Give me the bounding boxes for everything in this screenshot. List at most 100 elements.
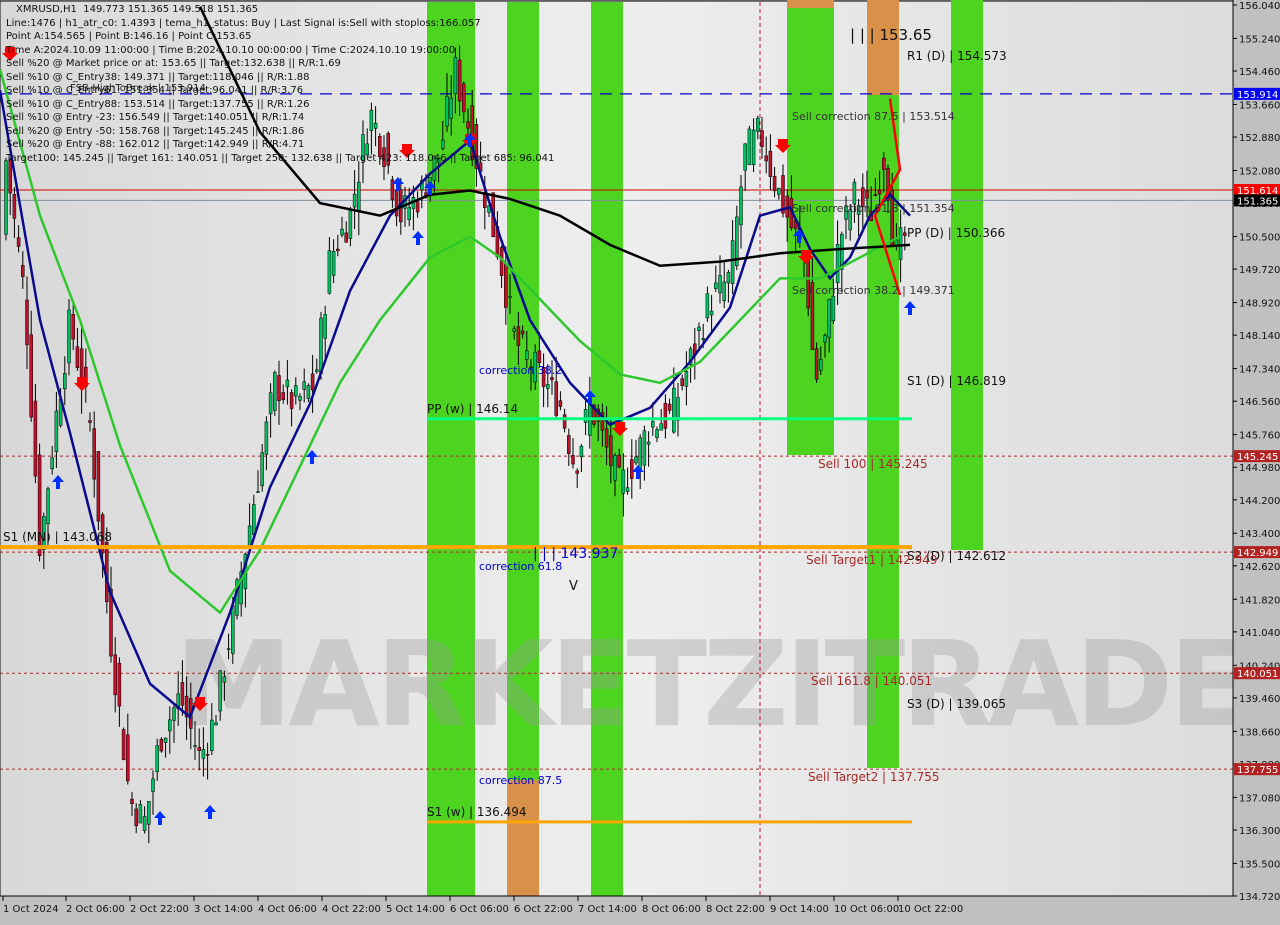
watermark-text: MARKETZITRADE: [175, 615, 1246, 753]
bull-candle: [155, 745, 159, 773]
bull-candle: [722, 281, 726, 301]
bull-candle: [226, 648, 231, 650]
wave-label: V: [569, 579, 578, 594]
bear-candle: [92, 428, 96, 480]
y-tick-label: 134.720: [1239, 892, 1280, 903]
bear-candle: [877, 189, 882, 195]
bull-candle: [743, 143, 747, 171]
bull-candle: [646, 441, 651, 445]
bear-candle: [336, 248, 340, 252]
wave-label: | | | 143.937: [533, 546, 618, 562]
orange-time-band: [787, 0, 834, 8]
price-badge-label: 153.914: [1237, 90, 1278, 101]
y-tick-label: 155.240: [1239, 34, 1280, 45]
bull-candle: [294, 385, 298, 397]
bull-candle: [361, 134, 365, 161]
bear-candle: [617, 454, 621, 468]
bear-candle: [277, 375, 281, 401]
sell-level-label: Sell 161.8 | 140.051: [811, 674, 932, 688]
bull-candle: [151, 778, 155, 792]
y-tick-label: 135.500: [1239, 859, 1280, 870]
bear-candle: [180, 682, 185, 706]
pivot-level-label: PP (w) | 146.14: [427, 402, 518, 416]
bull-candle: [777, 188, 781, 195]
bull-candle: [852, 181, 857, 205]
bear-candle: [575, 470, 579, 474]
bull-candle: [298, 396, 302, 401]
bull-candle: [46, 488, 50, 525]
y-tick-label: 148.140: [1239, 331, 1280, 342]
bull-candle: [331, 251, 336, 276]
bear-candle: [25, 299, 29, 346]
bear-candle: [680, 378, 684, 386]
chart-area[interactable]: MARKETZITRADE R1 (D) | 154.573 PP (D) | 15…: [0, 0, 1280, 920]
bear-candle: [394, 190, 399, 217]
bull-candle: [168, 719, 172, 732]
bull-candle: [525, 350, 529, 360]
bull-candle: [4, 160, 8, 235]
pivot-level-label: S3 (D) | 139.065: [907, 697, 1006, 711]
price-badge-label: 145.245: [1237, 452, 1278, 463]
price-chart[interactable]: MARKETZITRADE R1 (D) | 154.573 PP (D) | 15…: [0, 0, 1280, 920]
bull-candle: [340, 228, 344, 236]
bull-candle: [441, 139, 445, 149]
bull-candle: [218, 670, 222, 712]
bear-candle: [781, 175, 785, 214]
y-tick-label: 154.460: [1239, 67, 1280, 78]
correction-label: correction 38.2: [479, 364, 562, 377]
bear-candle: [567, 435, 571, 454]
bear-candle: [88, 420, 92, 423]
bull-candle: [583, 409, 588, 423]
bull-candle: [315, 369, 319, 372]
bull-candle: [369, 109, 374, 131]
bull-candle: [357, 181, 361, 211]
bull-candle: [407, 207, 411, 221]
bull-candle: [819, 359, 823, 371]
bull-candle: [50, 457, 54, 469]
bear-candle: [558, 400, 563, 407]
x-tick-label: 10 Oct 22:00: [898, 904, 963, 915]
y-tick-label: 141.040: [1239, 628, 1280, 639]
x-tick-label: 1 Oct 2024: [3, 904, 58, 915]
fsb-label: FSB-HighToBreak | 153.914: [70, 83, 206, 94]
bear-candle: [16, 237, 21, 247]
bull-candle: [67, 309, 71, 364]
x-tick-label: 4 Oct 06:00: [258, 904, 317, 915]
bear-candle: [378, 136, 382, 158]
bull-candle: [252, 504, 256, 535]
bull-candle: [655, 429, 659, 438]
bear-candle: [415, 201, 420, 213]
bear-candle: [33, 400, 38, 477]
bull-candle: [898, 227, 903, 260]
bull-candle: [256, 491, 260, 493]
bear-candle: [604, 428, 609, 448]
y-tick-label: 145.760: [1239, 431, 1280, 442]
price-badge-label: 140.051: [1237, 669, 1278, 680]
x-tick-label: 4 Oct 22:00: [322, 904, 381, 915]
correction-label: correction 87.5: [479, 774, 562, 787]
bear-candle: [516, 326, 521, 346]
pivot-level-label: S1 (w) | 136.494: [427, 805, 527, 819]
bear-candle: [29, 334, 33, 418]
bear-candle: [126, 734, 130, 782]
y-tick-label: 156.040: [1239, 1, 1280, 12]
bull-candle: [138, 804, 143, 824]
bull-candle: [651, 421, 655, 428]
bear-candle: [814, 348, 819, 380]
bull-candle: [147, 801, 151, 825]
bear-candle: [457, 59, 462, 102]
pivot-level-label: S1 (D) | 146.819: [907, 374, 1006, 388]
bull-candle: [214, 722, 218, 726]
bull-candle: [373, 122, 378, 129]
y-tick-label: 137.080: [1239, 793, 1280, 804]
x-tick-label: 8 Oct 06:00: [642, 904, 701, 915]
bull-candle: [285, 379, 290, 388]
bull-candle: [709, 310, 714, 316]
y-tick-label: 152.880: [1239, 133, 1280, 144]
bear-candle: [550, 377, 554, 381]
price-badge-label: 142.949: [1237, 548, 1278, 559]
bull-candle: [352, 193, 357, 208]
x-tick-label: 2 Oct 22:00: [130, 904, 189, 915]
y-tick-label: 148.920: [1239, 299, 1280, 310]
bull-candle: [638, 437, 642, 469]
